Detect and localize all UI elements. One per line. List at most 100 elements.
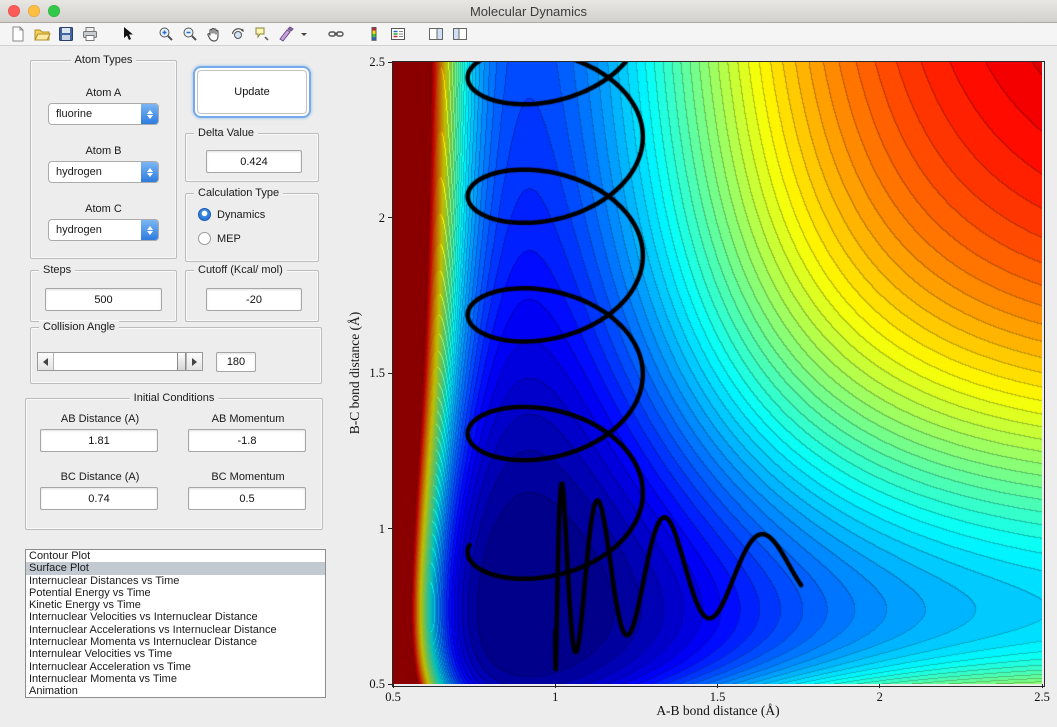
update-button[interactable]: Update bbox=[197, 70, 307, 114]
bc-distance-label: BC Distance (A) bbox=[60, 471, 140, 483]
window-title: Molecular Dynamics bbox=[469, 3, 588, 19]
atom-b-select[interactable]: hydrogen bbox=[48, 161, 159, 183]
x-tick-label: 2 bbox=[876, 690, 883, 704]
insert-legend-icon[interactable] bbox=[386, 23, 410, 45]
list-item[interactable]: Potential Energy vs Time bbox=[26, 587, 325, 599]
initial-conditions-panel: Initial Conditions AB Distance (A) AB Mo… bbox=[25, 392, 323, 530]
collision-angle-panel: Collision Angle bbox=[30, 321, 322, 384]
radio-mep[interactable]: MEP bbox=[198, 232, 241, 245]
x-tick-mark bbox=[1041, 684, 1043, 688]
toolbar-group bbox=[324, 23, 348, 45]
delta-value-panel: Delta Value bbox=[185, 127, 319, 182]
toolbar-group bbox=[6, 23, 102, 45]
list-item[interactable]: Internuclear Distances vs Time bbox=[26, 575, 325, 587]
steps-field[interactable] bbox=[45, 288, 162, 311]
link-plot-icon[interactable] bbox=[324, 23, 348, 45]
list-item[interactable]: Kinetic Energy vs Time bbox=[26, 599, 325, 611]
y-tick-mark bbox=[388, 372, 392, 374]
slider-left-arrow[interactable] bbox=[38, 353, 54, 370]
brush-icon[interactable] bbox=[274, 23, 298, 45]
rotate-3d-icon[interactable] bbox=[226, 23, 250, 45]
radio-dynamics[interactable]: Dynamics bbox=[198, 208, 265, 221]
new-figure-icon[interactable] bbox=[6, 23, 30, 45]
bc-momentum-field[interactable] bbox=[188, 487, 306, 510]
atom-b-value: hydrogen bbox=[56, 166, 102, 178]
list-item[interactable]: Internuclear Velocities vs Internuclear … bbox=[26, 611, 325, 623]
y-tick-label: 0.5 bbox=[369, 677, 385, 691]
initial-conditions-title: Initial Conditions bbox=[129, 392, 219, 404]
x-tick-label: 1 bbox=[552, 690, 559, 704]
atom-a-value: fluorine bbox=[56, 108, 93, 120]
zoom-button[interactable] bbox=[48, 5, 60, 17]
plot-type-listbox[interactable]: Contour Plot Surface Plot Internuclear Dis… bbox=[25, 549, 326, 698]
radio-dynamics-label: Dynamics bbox=[217, 208, 266, 221]
data-cursor-icon[interactable] bbox=[250, 23, 274, 45]
ab-momentum-field[interactable] bbox=[188, 429, 306, 452]
save-figure-icon[interactable] bbox=[54, 23, 78, 45]
print-figure-icon[interactable] bbox=[78, 23, 102, 45]
slider-right-arrow[interactable] bbox=[186, 353, 202, 370]
y-tick-mark bbox=[388, 61, 392, 63]
x-tick-mark bbox=[879, 684, 881, 688]
collision-angle-field[interactable] bbox=[216, 352, 256, 372]
zoom-in-icon[interactable] bbox=[154, 23, 178, 45]
cutoff-field[interactable] bbox=[206, 288, 302, 311]
cutoff-title: Cutoff (Kcal/ mol) bbox=[194, 264, 287, 276]
atom-b-label: Atom B bbox=[85, 145, 122, 157]
bc-momentum-label: BC Momentum bbox=[211, 471, 285, 483]
y-tick-label: 1.5 bbox=[369, 366, 385, 380]
atom-c-select[interactable]: hydrogen bbox=[48, 219, 159, 241]
x-tick-label: 1.5 bbox=[709, 690, 726, 704]
atom-a-select[interactable]: fluorine bbox=[48, 103, 159, 125]
update-button-focus-ring: Update bbox=[193, 66, 311, 118]
slider-thumb[interactable] bbox=[177, 353, 186, 370]
radio-unselected-icon bbox=[198, 232, 211, 245]
toolbar-group bbox=[362, 23, 410, 45]
atom-c-value: hydrogen bbox=[56, 224, 102, 236]
popup-arrows-icon bbox=[141, 162, 158, 182]
list-item[interactable]: Internuclear Momenta vs Internuclear Dis… bbox=[26, 636, 325, 648]
brush-dropdown-icon[interactable] bbox=[298, 23, 310, 45]
insert-colorbar-icon[interactable] bbox=[362, 23, 386, 45]
list-item[interactable]: Animation bbox=[26, 685, 325, 697]
list-item[interactable]: Internuclear Momenta vs Time bbox=[26, 673, 325, 685]
traffic-lights bbox=[8, 5, 60, 17]
pan-icon[interactable] bbox=[202, 23, 226, 45]
bc-distance-field[interactable] bbox=[40, 487, 158, 510]
plot-canvas[interactable] bbox=[393, 62, 1042, 684]
zoom-out-icon[interactable] bbox=[178, 23, 202, 45]
open-file-icon[interactable] bbox=[30, 23, 54, 45]
y-tick-label: 2.5 bbox=[369, 55, 385, 69]
steps-title: Steps bbox=[39, 264, 76, 276]
atom-c-label: Atom C bbox=[85, 203, 122, 215]
list-item[interactable]: Internuclear Accelerations vs Internucle… bbox=[26, 624, 325, 636]
y-tick-label: 1 bbox=[378, 521, 385, 536]
close-button[interactable] bbox=[8, 5, 20, 17]
hide-plot-tools-icon[interactable] bbox=[424, 23, 448, 45]
right-triangle-icon bbox=[192, 357, 197, 366]
delta-value-field[interactable] bbox=[206, 150, 302, 173]
show-plot-tools-icon[interactable] bbox=[448, 23, 472, 45]
list-item[interactable]: Surface Plot bbox=[26, 562, 325, 575]
delta-value-title: Delta Value bbox=[194, 127, 259, 139]
collision-angle-title: Collision Angle bbox=[39, 321, 120, 333]
axes-frame bbox=[392, 61, 1045, 687]
y-tick-mark bbox=[388, 217, 392, 218]
list-item[interactable]: Internulear Velocities vs Time bbox=[26, 648, 325, 660]
calculation-type-title: Calculation Type bbox=[194, 187, 284, 199]
steps-panel: Steps bbox=[30, 264, 177, 322]
collision-angle-slider[interactable] bbox=[37, 352, 203, 371]
toolbar-group bbox=[154, 23, 310, 45]
x-axis-label: A-B bond distance (Å) bbox=[656, 703, 780, 718]
edit-plot-pointer-icon[interactable] bbox=[116, 23, 140, 45]
cutoff-panel: Cutoff (Kcal/ mol) bbox=[185, 264, 319, 322]
radio-selected-icon bbox=[198, 208, 211, 221]
list-item[interactable]: Contour Plot bbox=[26, 550, 325, 562]
list-item[interactable]: Internuclear Acceleration vs Time bbox=[26, 661, 325, 673]
ab-distance-label: AB Distance (A) bbox=[60, 413, 140, 425]
popup-arrows-icon bbox=[141, 220, 158, 240]
calculation-type-panel: Calculation Type Dynamics MEP bbox=[185, 187, 319, 262]
minimize-button[interactable] bbox=[28, 5, 40, 17]
figure-toolbar bbox=[0, 23, 1057, 46]
ab-distance-field[interactable] bbox=[40, 429, 158, 452]
